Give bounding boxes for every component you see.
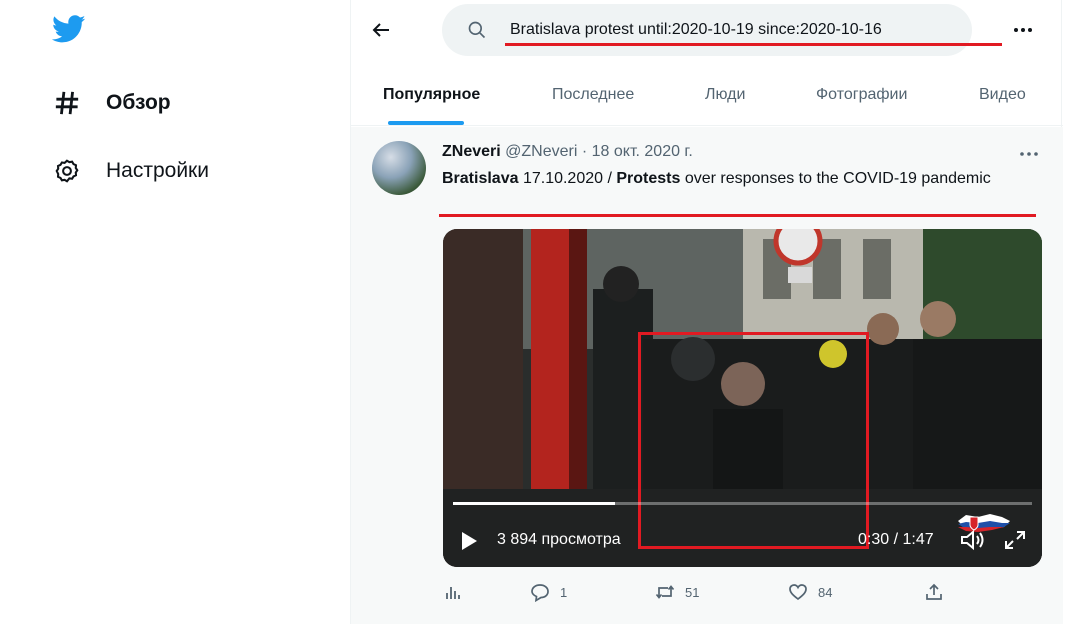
reply-count: 1 — [560, 584, 568, 600]
video-time: 0:30 / 1:47 — [858, 531, 934, 548]
author-name[interactable]: ZNeveri — [442, 143, 501, 160]
retweet-count: 51 — [685, 584, 700, 600]
main-column: Популярное Последнее Люди Фотографии Вид… — [350, 0, 1063, 624]
like-count: 84 — [818, 584, 833, 600]
tab-latest[interactable]: Последнее — [552, 86, 634, 104]
play-icon[interactable] — [459, 530, 479, 552]
annotation-underline — [439, 214, 1036, 217]
search-box[interactable] — [442, 4, 972, 56]
active-tab-indicator — [388, 121, 464, 125]
sidebar-item-label: Обзор — [106, 91, 171, 114]
reply-icon — [531, 584, 549, 602]
share-icon — [926, 583, 942, 600]
tweet-date[interactable]: 18 окт. 2020 г. — [592, 143, 693, 160]
separator: · — [577, 143, 592, 160]
tweet-more-icon[interactable] — [1017, 149, 1041, 159]
tweet-text-part: 17.10.2020 / — [518, 170, 617, 187]
analytics-button[interactable] — [443, 582, 463, 602]
sidebar: Обзор Настройки — [0, 0, 350, 624]
tab-videos[interactable]: Видео — [979, 86, 1026, 104]
tweet-text: Bratislava 17.10.2020 / Protests over re… — [442, 168, 1042, 190]
sidebar-item-settings[interactable]: Настройки — [52, 156, 209, 186]
tweet-text-part: over responses to the COVID-19 pandemic — [680, 170, 991, 187]
author-handle[interactable]: @ZNeveri — [505, 143, 577, 160]
retweet-button[interactable]: 51 — [655, 582, 699, 602]
tweet-header: ZNeveri @ZNeveri · 18 окт. 2020 г. — [442, 143, 693, 161]
fullscreen-icon[interactable] — [1003, 529, 1027, 551]
annotation-box — [638, 332, 869, 549]
twitter-bird-icon[interactable] — [50, 12, 88, 46]
tab-top[interactable]: Популярное — [383, 86, 480, 104]
search-tabs: Популярное Последнее Люди Фотографии Вид… — [351, 64, 1063, 126]
tweet[interactable]: ZNeveri @ZNeveri · 18 окт. 2020 г. Brati… — [351, 127, 1063, 624]
view-count: 3 894 просмотра — [497, 531, 621, 548]
analytics-icon — [446, 587, 460, 599]
reply-button[interactable]: 1 — [530, 582, 567, 602]
tweet-actions: 1 51 84 — [443, 582, 1043, 612]
annotation-underline — [505, 43, 1002, 46]
highlight-word: Bratislava — [442, 170, 519, 187]
heart-icon — [789, 584, 807, 601]
progress-fill — [453, 502, 616, 505]
sidebar-item-explore[interactable]: Обзор — [52, 88, 171, 118]
tab-people[interactable]: Люди — [705, 86, 745, 104]
video-progress-bar[interactable] — [453, 502, 1032, 505]
like-button[interactable]: 84 — [788, 582, 832, 602]
hashtag-icon — [52, 88, 82, 118]
page: Обзор Настройки Bratislava protest until… — [0, 0, 1080, 624]
search-icon — [468, 21, 486, 39]
sidebar-item-label: Настройки — [106, 159, 209, 182]
gear-icon — [52, 156, 82, 186]
more-options-icon[interactable] — [1011, 20, 1035, 40]
highlight-word: Protests — [616, 170, 681, 187]
search-header — [351, 0, 1063, 62]
retweet-icon — [655, 585, 675, 599]
tab-photos[interactable]: Фотографии — [816, 86, 907, 104]
search-input[interactable] — [510, 18, 950, 42]
back-arrow-icon[interactable] — [369, 18, 393, 42]
volume-icon[interactable] — [960, 529, 986, 551]
avatar[interactable] — [372, 141, 426, 195]
share-button[interactable] — [924, 582, 944, 602]
video-player[interactable]: 3 894 просмотра 0:30 / 1:47 — [443, 229, 1042, 567]
